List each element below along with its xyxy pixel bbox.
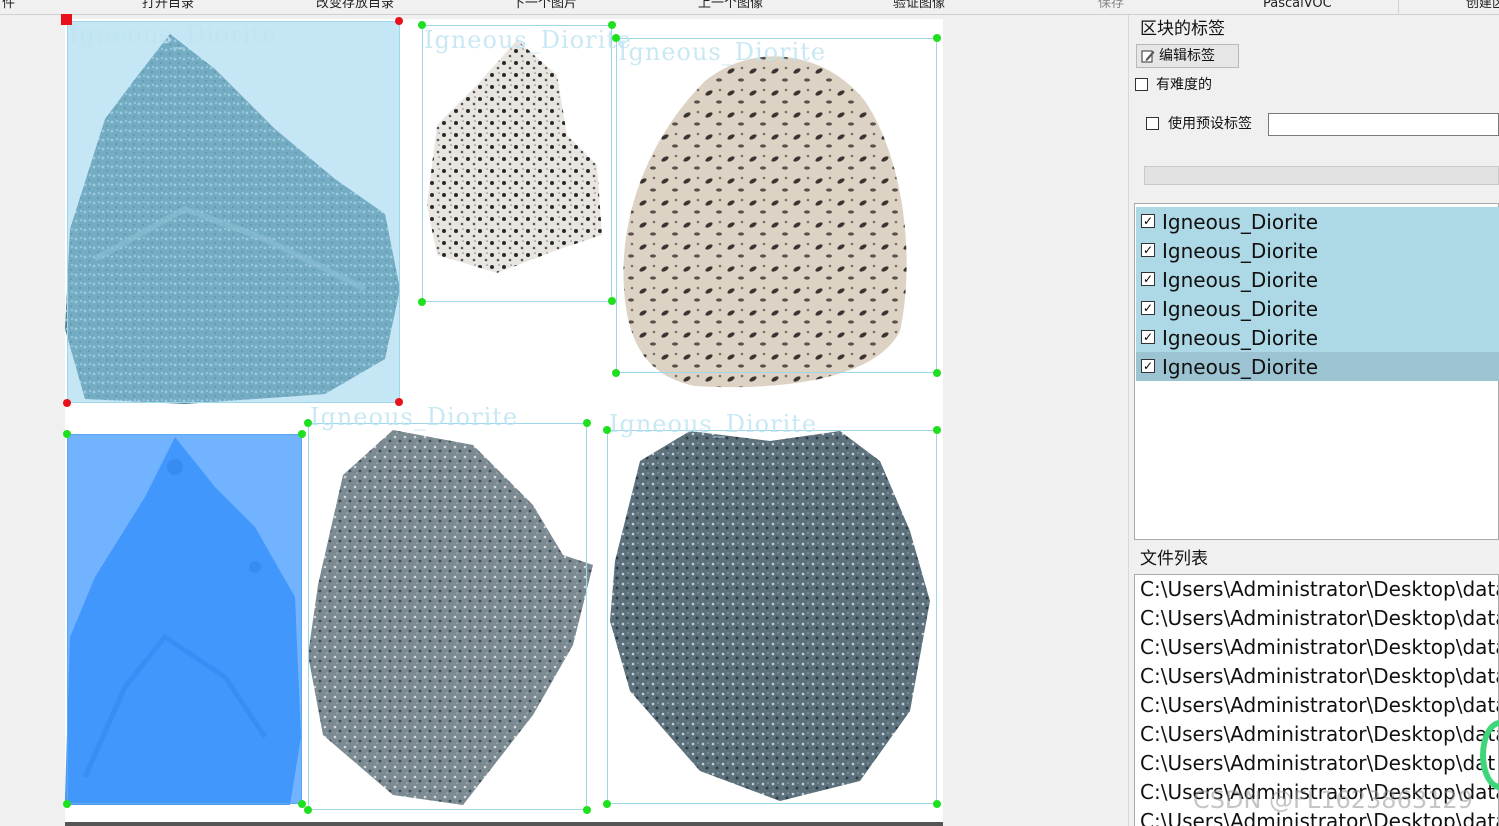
- label-list-item-text: Igneous_Diorite: [1162, 355, 1319, 379]
- edit-label-button[interactable]: 编辑标签: [1136, 44, 1239, 68]
- use-preset-label-text: 使用预设标签: [1168, 116, 1252, 132]
- label-list-item-text: Igneous_Diorite: [1162, 326, 1319, 350]
- file-list-item[interactable]: C:\Users\Administrator\Desktop\dat: [1140, 751, 1495, 775]
- box-5-vertex-handle[interactable]: [304, 419, 312, 427]
- box-6-vertex-handle[interactable]: [933, 426, 941, 434]
- box-label-5: Igneous_Diorite: [310, 403, 519, 431]
- box-1-vertex-handle[interactable]: [63, 399, 71, 407]
- bounding-box-2[interactable]: [422, 25, 612, 302]
- file-list-item[interactable]: C:\Users\Administrator\Desktop\data\: [1140, 722, 1498, 746]
- file-list-item[interactable]: C:\Users\Administrator\Desktop\data\: [1140, 577, 1498, 601]
- box-6-vertex-handle[interactable]: [933, 800, 941, 808]
- box-6-vertex-handle[interactable]: [603, 800, 611, 808]
- bounding-box-5[interactable]: [308, 423, 587, 810]
- file-dock-header: 文件列表: [1134, 547, 1499, 571]
- pencil-icon: [1141, 50, 1155, 63]
- label-list-item[interactable]: ✓ Igneous_Diorite: [1136, 236, 1499, 265]
- box-3-vertex-handle[interactable]: [933, 369, 941, 377]
- label-visibility-checkbox[interactable]: ✓: [1141, 243, 1155, 257]
- preset-label-combobox[interactable]: [1144, 166, 1499, 185]
- box-6-vertex-handle[interactable]: [603, 426, 611, 434]
- edit-label-button-text: 编辑标签: [1159, 48, 1215, 64]
- toolbar-change-save-dir-button[interactable]: 改变存放目录: [316, 0, 394, 12]
- file-list-item[interactable]: C:\Users\Administrator\Desktop\data\: [1140, 664, 1498, 688]
- label-list-item-text: Igneous_Diorite: [1162, 239, 1319, 263]
- label-list-item-selected[interactable]: ✓ Igneous_Diorite: [1136, 352, 1499, 381]
- toolbar-prev-image-button[interactable]: 上一个图像: [698, 0, 763, 12]
- canvas-scrollbar[interactable]: [65, 822, 943, 826]
- box-label-2: Igneous_Diorite: [424, 26, 633, 54]
- preset-label-input[interactable]: [1268, 113, 1499, 136]
- label-visibility-checkbox[interactable]: ✓: [1141, 359, 1155, 373]
- label-visibility-checkbox[interactable]: ✓: [1141, 301, 1155, 315]
- box-label-6: Igneous_Diorite: [609, 410, 818, 438]
- label-visibility-checkbox[interactable]: ✓: [1141, 214, 1155, 228]
- toolbar-file-button[interactable]: 件: [2, 0, 15, 12]
- label-list-item[interactable]: ✓ Igneous_Diorite: [1136, 323, 1499, 352]
- box-4-vertex-handle[interactable]: [63, 800, 71, 808]
- box-2-vertex-handle[interactable]: [608, 21, 616, 29]
- box-label-3: Igneous_Diorite: [618, 38, 827, 66]
- toolbar-next-image-button[interactable]: 下一个图片: [512, 0, 577, 12]
- difficult-label: 有难度的: [1156, 77, 1212, 93]
- label-list[interactable]: ✓ Igneous_Diorite ✓ Igneous_Diorite ✓ Ig…: [1134, 203, 1499, 540]
- difficult-checkbox[interactable]: [1135, 78, 1148, 91]
- box-3-vertex-handle[interactable]: [612, 369, 620, 377]
- label-dock-title: 区块的标签: [1140, 19, 1225, 39]
- label-list-item[interactable]: ✓ Igneous_Diorite: [1136, 265, 1499, 294]
- bounding-box-6[interactable]: [607, 430, 937, 804]
- box-4-vertex-handle[interactable]: [298, 430, 306, 438]
- box-2-vertex-handle[interactable]: [418, 21, 426, 29]
- toolbar-create-box-button[interactable]: 创建区: [1466, 0, 1499, 12]
- box-5-vertex-handle[interactable]: [583, 419, 591, 427]
- label-list-item[interactable]: ✓ Igneous_Diorite: [1136, 294, 1499, 323]
- label-list-item-text: Igneous_Diorite: [1162, 297, 1319, 321]
- box-3-vertex-handle[interactable]: [933, 34, 941, 42]
- annotated-image[interactable]: Igneous_Diorite Igneous_Diorite Igneous_…: [61, 14, 943, 826]
- box-1-vertex-handle[interactable]: [61, 14, 72, 25]
- label-list-item-text: Igneous_Diorite: [1162, 268, 1319, 292]
- toolbar-open-dir-button[interactable]: 打开目录: [142, 0, 194, 12]
- box-5-vertex-handle[interactable]: [304, 806, 312, 814]
- label-list-item-text: Igneous_Diorite: [1162, 210, 1319, 234]
- label-visibility-checkbox[interactable]: ✓: [1141, 272, 1155, 286]
- bounding-box-4[interactable]: [67, 434, 302, 804]
- box-1-vertex-handle[interactable]: [395, 398, 403, 406]
- toolbar: 件 打开目录 改变存放目录 下一个图片 上一个图像 验证图像 保存 Pascal…: [0, 0, 1499, 15]
- bounding-box-1[interactable]: [67, 21, 400, 403]
- label-list-item[interactable]: ✓ Igneous_Diorite: [1136, 207, 1499, 236]
- file-dock-title: 文件列表: [1140, 549, 1208, 569]
- file-list-item[interactable]: C:\Users\Administrator\Desktop\data\: [1140, 635, 1498, 659]
- box-2-vertex-handle[interactable]: [608, 297, 616, 305]
- box-2-vertex-handle[interactable]: [418, 298, 426, 306]
- box-3-vertex-handle[interactable]: [612, 34, 620, 42]
- label-visibility-checkbox[interactable]: ✓: [1141, 330, 1155, 344]
- toolbar-save-button[interactable]: 保存: [1098, 0, 1124, 12]
- toolbar-format-button[interactable]: PascalVOC: [1263, 0, 1332, 12]
- label-dock-header: 区块的标签: [1134, 17, 1499, 41]
- box-5-vertex-handle[interactable]: [583, 806, 591, 814]
- file-list-item[interactable]: C:\Users\Administrator\Desktop\data\: [1140, 693, 1498, 717]
- bounding-box-3[interactable]: [616, 38, 937, 373]
- file-list-item[interactable]: C:\Users\Administrator\Desktop\data\: [1140, 606, 1498, 630]
- box-1-vertex-handle[interactable]: [395, 17, 403, 25]
- toolbar-verify-image-button[interactable]: 验证图像: [893, 0, 945, 12]
- box-label-1: Igneous_Diorite: [69, 21, 278, 49]
- box-4-vertex-handle[interactable]: [63, 430, 71, 438]
- use-preset-label-checkbox[interactable]: [1146, 117, 1159, 130]
- toolbar-separator: [1398, 0, 1399, 14]
- watermark: CSDN @FL1623863129: [1193, 786, 1473, 814]
